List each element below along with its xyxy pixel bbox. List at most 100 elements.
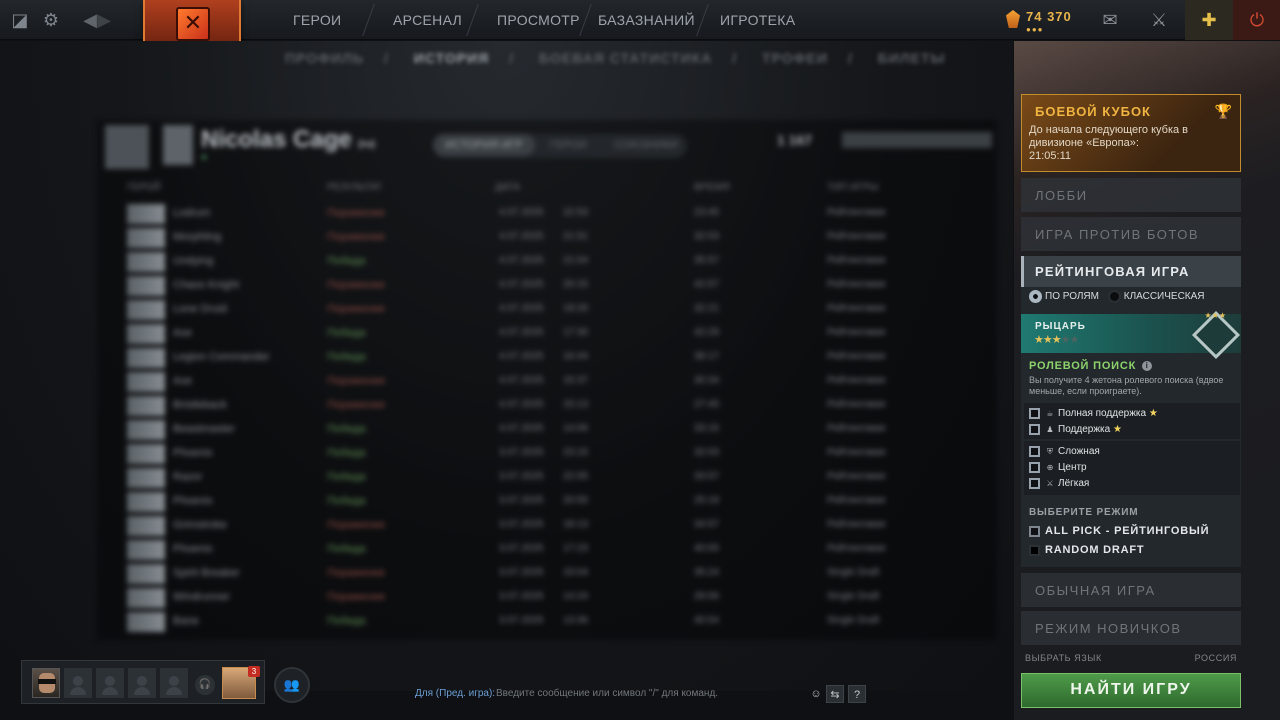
region-value[interactable]: РОССИЯ xyxy=(1195,653,1237,663)
table-row[interactable]: Grimstroke Поражение 3.07.2025 18:13 34:57 Ре… xyxy=(127,514,947,538)
match-duration: 35:24 xyxy=(694,567,720,578)
role-support[interactable]: ♟ Поддержка ★ xyxy=(1029,424,1122,438)
info-icon[interactable]: i xyxy=(1142,361,1153,371)
history-tabs: ИСТОРИЯ ИГР ГЕРОИ СОЮЗНИКИ xyxy=(433,134,687,158)
tab-heroes[interactable]: ГЕРОИ xyxy=(538,134,599,156)
match-result: Поражение xyxy=(327,231,386,243)
table-row[interactable]: Lone Druid Поражение 4.07.2025 19:26 32:21 Ре… xyxy=(127,298,947,322)
nav-watch[interactable]: ПРОСМОТР xyxy=(497,0,580,40)
table-row[interactable]: Phoenix Победа 3.07.2025 20:55 25:19 Рейтинго… xyxy=(127,490,947,514)
table-row[interactable]: Undying Победа 4.07.2025 21:04 35:57 Рейтинго… xyxy=(127,250,947,274)
find-match-button[interactable]: НАЙТИ ИГРУ xyxy=(1021,673,1241,708)
mail-icon[interactable]: ✉ xyxy=(1086,0,1134,40)
home-logo-tab[interactable]: ✕ xyxy=(143,0,241,46)
radio-classic-label[interactable]: КЛАССИЧЕСКАЯ xyxy=(1124,291,1205,302)
party-slot-empty[interactable] xyxy=(160,668,188,698)
table-row[interactable]: Bane Победа 3.07.2025 13:36 40:54 Single Draf… xyxy=(127,610,947,634)
role-hard-support[interactable]: ☕ Полная поддержка ★ xyxy=(1029,408,1158,422)
language-label[interactable]: ВЫБРАТЬ ЯЗЫК xyxy=(1025,653,1102,663)
chat-input[interactable]: Для (Пред. игра): Введите сообщение или … xyxy=(410,684,810,704)
match-duration: 33:16 xyxy=(694,423,720,434)
subnav-profile[interactable]: ПРОФИЛЬ xyxy=(285,50,364,66)
tab-allies[interactable]: СОЮЗНИКИ xyxy=(602,134,690,156)
radio-roles-label[interactable]: ПО РОЛЯМ xyxy=(1045,291,1099,302)
hard-support-icon: ☕ xyxy=(1046,409,1054,419)
role-mid[interactable]: ⊕ Центр xyxy=(1029,462,1087,476)
party-slot-empty[interactable] xyxy=(64,668,92,698)
party-slot-self[interactable] xyxy=(32,668,60,698)
col-result: РЕЗУЛЬТАТ xyxy=(327,182,382,193)
chat-wheel-icon[interactable]: ⇆ xyxy=(826,685,844,703)
match-mode: Рейтинговая xyxy=(827,255,886,266)
radio-classic[interactable] xyxy=(1107,290,1121,303)
battle-cup-card[interactable]: БОЕВОЙ КУБОК 🏆 До начала следующего кубк… xyxy=(1021,94,1241,172)
table-row[interactable]: Axe Поражение 4.07.2025 15:37 30:34 Рейтингов… xyxy=(127,370,947,394)
table-row[interactable]: Spirit Breaker Поражение 3.07.2025 15:04 35:… xyxy=(127,562,947,586)
table-row[interactable]: Phoenix Победа 3.07.2025 23:15 32:03 Рейтинго… xyxy=(127,442,947,466)
match-date: 3.07.2025 xyxy=(499,471,544,482)
party-slot-empty[interactable] xyxy=(128,668,156,698)
settings-gear-icon[interactable]: ⚙ xyxy=(39,8,63,32)
subnav-stats[interactable]: БОЕВАЯ СТАТИСТИКА xyxy=(539,50,712,66)
table-row[interactable]: Legion Commander Победа 4.07.2025 16:44 38:1… xyxy=(127,346,947,370)
person-icon-body xyxy=(102,687,118,695)
language-row[interactable]: ВЫБРАТЬ ЯЗЫК РОССИЯ xyxy=(1025,653,1237,663)
role-safe[interactable]: ⚔ Лёгкая xyxy=(1029,478,1089,492)
checkbox[interactable] xyxy=(1029,544,1040,556)
nav-learn[interactable]: БАЗАЗНАНИЙ xyxy=(598,0,695,40)
bots-button[interactable]: ИГРА ПРОТИВ БОТОВ xyxy=(1021,217,1241,251)
newbie-mode-button[interactable]: РЕЖИМ НОВИЧКОВ xyxy=(1021,611,1241,645)
forward-arrow-icon[interactable]: ▶ xyxy=(92,8,116,32)
mode-random-draft[interactable]: RANDOM DRAFT xyxy=(1029,544,1144,556)
headset-icon[interactable]: 🎧 xyxy=(195,675,215,695)
mode-all-pick[interactable]: ALL PICK - РЕЙТИНГОВЫЙ xyxy=(1029,525,1209,537)
inventory-icon[interactable]: ⚔ xyxy=(1135,0,1183,40)
checkbox[interactable] xyxy=(1029,408,1040,419)
social-friends-icon[interactable]: 👥 xyxy=(274,667,310,703)
nav-arcade[interactable]: ИГРОТЕКА xyxy=(720,0,795,40)
nav-heroes[interactable]: ГЕРОИ xyxy=(293,0,341,40)
hero-portrait xyxy=(127,444,165,464)
ranked-header[interactable]: РЕЙТИНГОВАЯ ИГРА xyxy=(1021,256,1241,287)
checkbox[interactable] xyxy=(1029,478,1040,489)
hero-portrait xyxy=(127,204,165,224)
table-row[interactable]: Chaos Knight Поражение 4.07.2025 20:15 42:57… xyxy=(127,274,947,298)
chat-placeholder[interactable]: Введите сообщение или символ "/" для ком… xyxy=(496,688,718,699)
match-result: Поражение xyxy=(327,207,386,219)
match-mode: Single Draft xyxy=(827,615,880,626)
subnav-tickets[interactable]: БИЛЕТЫ xyxy=(878,50,946,66)
emoji-icon[interactable]: ☺ xyxy=(807,685,825,703)
hero-portrait xyxy=(127,516,165,536)
checkbox[interactable] xyxy=(1029,525,1040,537)
checkbox[interactable] xyxy=(1029,462,1040,473)
table-row[interactable]: Windrunner Поражение 3.07.2025 14:24 29:56 Si… xyxy=(127,586,947,610)
dota-logo-icon[interactable]: ◪ xyxy=(8,8,32,32)
chat-channel[interactable]: Для (Пред. игра): xyxy=(415,688,495,699)
table-row[interactable]: Lodrum Поражение 4.07.2025 22:53 23:45 Рейтин… xyxy=(127,202,947,226)
checkbox[interactable] xyxy=(1029,446,1040,457)
power-icon[interactable]: ⏻ xyxy=(1233,0,1280,40)
table-row[interactable]: Beastmaster Победа 4.07.2025 14:06 33:16 Рейт… xyxy=(127,418,947,442)
subnav-trophies[interactable]: ТРОФЕИ xyxy=(762,50,828,66)
radio-roles[interactable] xyxy=(1029,290,1042,303)
table-row[interactable]: Morphling Поражение 4.07.2025 21:51 32:03 Рей… xyxy=(127,226,947,250)
cup-timer: 21:05:11 xyxy=(1029,150,1072,162)
table-row[interactable]: Bristleback Поражение 4.07.2025 15:13 27:45 Р… xyxy=(127,394,947,418)
table-row[interactable]: Phoenix Победа 3.07.2025 17:23 40:00 Рейтинго… xyxy=(127,538,947,562)
nav-armory[interactable]: АРСЕНАЛ xyxy=(393,0,462,40)
profile-subnav: ПРОФИЛЬ / ИСТОРИЯ / БОЕВАЯ СТАТИСТИКА / ТРО… xyxy=(285,50,965,70)
normal-game-button[interactable]: ОБЫЧНАЯ ИГРА xyxy=(1021,573,1241,607)
tab-match-history[interactable]: ИСТОРИЯ ИГР xyxy=(433,134,535,156)
plus-subscription-icon[interactable]: ✚ xyxy=(1185,0,1233,40)
hero-portrait xyxy=(127,348,165,368)
match-mode: Рейтинговая xyxy=(827,447,886,458)
help-icon[interactable]: ? xyxy=(848,685,866,703)
col-date: ДАТА xyxy=(495,182,521,193)
subnav-history[interactable]: ИСТОРИЯ xyxy=(414,50,489,66)
table-row[interactable]: Axe Победа 4.07.2025 17:30 42:29 Рейтинговая xyxy=(127,322,947,346)
table-row[interactable]: Razor Победа 3.07.2025 22:05 33:57 Рейтингова… xyxy=(127,466,947,490)
checkbox[interactable] xyxy=(1029,424,1040,435)
role-offlane[interactable]: ⛨ Сложная xyxy=(1029,446,1100,460)
party-slot-empty[interactable] xyxy=(96,668,124,698)
lobby-button[interactable]: ЛОББИ xyxy=(1021,178,1241,212)
